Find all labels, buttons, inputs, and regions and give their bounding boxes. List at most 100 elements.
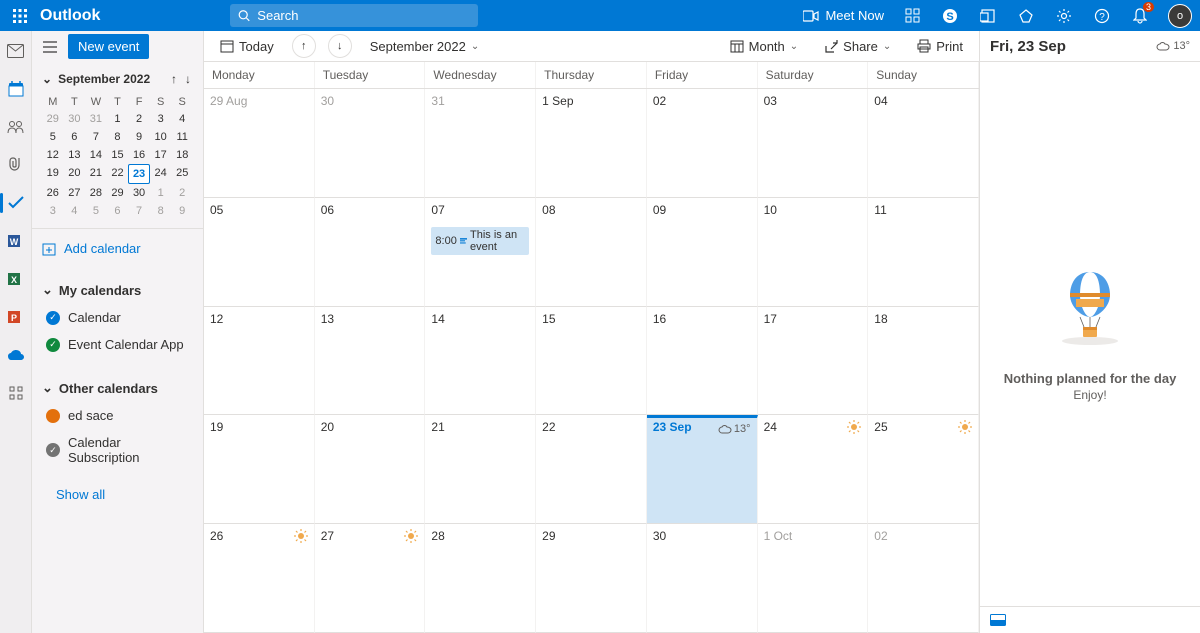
print-button[interactable]: Print xyxy=(911,35,969,58)
day-cell[interactable]: 18 xyxy=(868,307,979,416)
day-cell[interactable]: 05 xyxy=(204,198,315,307)
mini-cal-day[interactable]: 7 xyxy=(128,202,150,220)
mini-cal-day[interactable]: 2 xyxy=(171,184,193,202)
day-cell[interactable]: 15 xyxy=(536,307,647,416)
day-cell[interactable]: 21 xyxy=(425,415,536,524)
mini-cal-day[interactable]: 17 xyxy=(150,146,172,164)
mini-cal-day[interactable]: 28 xyxy=(85,184,107,202)
day-cell[interactable]: 31 xyxy=(425,89,536,198)
day-cell[interactable]: 30 xyxy=(315,89,426,198)
premium-icon[interactable] xyxy=(1016,6,1036,26)
day-cell[interactable]: 078:00This is an event xyxy=(425,198,536,307)
header-apps-icon[interactable] xyxy=(902,6,922,26)
day-cell[interactable]: 24 xyxy=(758,415,869,524)
rail-word-icon[interactable]: W xyxy=(6,231,26,251)
rail-more-apps-icon[interactable] xyxy=(6,383,26,403)
day-cell[interactable]: 23 Sep13° xyxy=(647,415,758,524)
notifications-icon[interactable]: 3 xyxy=(1130,6,1150,26)
hamburger-icon[interactable] xyxy=(40,37,60,57)
rail-calendar-icon[interactable] xyxy=(6,79,26,99)
mini-cal-day[interactable]: 26 xyxy=(42,184,64,202)
mini-cal-day[interactable]: 15 xyxy=(107,146,129,164)
day-cell[interactable]: 20 xyxy=(315,415,426,524)
new-event-button[interactable]: New event xyxy=(68,34,149,59)
mini-cal-day[interactable]: 10 xyxy=(150,128,172,146)
mini-cal-day[interactable]: 27 xyxy=(64,184,86,202)
rail-onedrive-icon[interactable] xyxy=(6,345,26,365)
mini-cal-day[interactable]: 2 xyxy=(128,110,150,128)
show-all-link[interactable]: Show all xyxy=(32,479,203,510)
day-cell[interactable]: 19 xyxy=(204,415,315,524)
mini-cal-day[interactable]: 30 xyxy=(128,184,150,202)
day-cell[interactable]: 29 xyxy=(536,524,647,633)
day-cell[interactable]: 14 xyxy=(425,307,536,416)
share-button[interactable]: Share ⌄ xyxy=(818,35,897,58)
calendar-item[interactable]: ed sace xyxy=(42,402,193,429)
rail-todo-icon[interactable] xyxy=(6,193,26,213)
calendar-item[interactable]: Calendar Subscription xyxy=(42,429,193,471)
today-button[interactable]: Today xyxy=(214,35,280,58)
mini-cal-day[interactable]: 5 xyxy=(85,202,107,220)
mini-cal-day[interactable]: 19 xyxy=(42,164,64,184)
mini-cal-day[interactable]: 11 xyxy=(171,128,193,146)
mini-cal-day[interactable]: 25 xyxy=(171,164,193,184)
prev-month-button[interactable]: ↑ xyxy=(292,34,316,58)
day-cell[interactable]: 04 xyxy=(868,89,979,198)
other-calendars-header[interactable]: ⌄ Other calendars xyxy=(42,374,193,402)
day-cell[interactable]: 10 xyxy=(758,198,869,307)
day-cell[interactable]: 27 xyxy=(315,524,426,633)
mini-cal-day[interactable]: 9 xyxy=(128,128,150,146)
mini-cal-prev-icon[interactable]: ↑ xyxy=(169,70,179,88)
app-launcher-icon[interactable] xyxy=(8,4,32,28)
panel-footer-icon[interactable] xyxy=(990,614,1006,626)
mini-cal-day[interactable]: 5 xyxy=(42,128,64,146)
mini-cal-day[interactable]: 4 xyxy=(64,202,86,220)
day-cell[interactable]: 09 xyxy=(647,198,758,307)
day-cell[interactable]: 1 Oct xyxy=(758,524,869,633)
mini-cal-day[interactable]: 31 xyxy=(85,110,107,128)
day-cell[interactable]: 1 Sep xyxy=(536,89,647,198)
mini-cal-day[interactable]: 16 xyxy=(128,146,150,164)
rail-powerpoint-icon[interactable]: P xyxy=(6,307,26,327)
mini-cal-day[interactable]: 6 xyxy=(107,202,129,220)
mini-cal-day[interactable]: 14 xyxy=(85,146,107,164)
mini-cal-day[interactable]: 18 xyxy=(171,146,193,164)
day-cell[interactable]: 02 xyxy=(647,89,758,198)
chevron-down-icon[interactable]: ⌄ xyxy=(42,72,52,86)
event-chip[interactable]: 8:00This is an event xyxy=(431,227,529,255)
calendar-color-dot[interactable] xyxy=(46,443,60,457)
day-cell[interactable]: 12 xyxy=(204,307,315,416)
outlook-item-icon[interactable] xyxy=(978,6,998,26)
mini-cal-day[interactable]: 7 xyxy=(85,128,107,146)
mini-cal-day[interactable]: 1 xyxy=(107,110,129,128)
mini-cal-day[interactable]: 13 xyxy=(64,146,86,164)
day-cell[interactable]: 26 xyxy=(204,524,315,633)
day-cell[interactable]: 03 xyxy=(758,89,869,198)
mini-cal-day[interactable]: 20 xyxy=(64,164,86,184)
day-cell[interactable]: 11 xyxy=(868,198,979,307)
calendar-item[interactable]: Calendar xyxy=(42,304,193,331)
day-cell[interactable]: 28 xyxy=(425,524,536,633)
add-calendar-button[interactable]: Add calendar xyxy=(42,237,193,260)
meet-now-button[interactable]: Meet Now xyxy=(803,8,884,23)
mini-cal-day[interactable]: 9 xyxy=(171,202,193,220)
rail-files-icon[interactable] xyxy=(6,155,26,175)
next-month-button[interactable]: ↓ xyxy=(328,34,352,58)
calendar-color-dot[interactable] xyxy=(46,338,60,352)
calendar-item[interactable]: Event Calendar App xyxy=(42,331,193,358)
day-cell[interactable]: 30 xyxy=(647,524,758,633)
calendar-color-dot[interactable] xyxy=(46,409,60,423)
day-cell[interactable]: 29 Aug xyxy=(204,89,315,198)
mini-cal-day[interactable]: 3 xyxy=(150,110,172,128)
day-cell[interactable]: 16 xyxy=(647,307,758,416)
user-avatar[interactable]: o xyxy=(1168,4,1192,28)
mini-cal-day[interactable]: 23 xyxy=(128,164,150,184)
day-cell[interactable]: 22 xyxy=(536,415,647,524)
calendar-color-dot[interactable] xyxy=(46,311,60,325)
mini-cal-day[interactable]: 29 xyxy=(42,110,64,128)
mini-cal-day[interactable]: 29 xyxy=(107,184,129,202)
mini-cal-day[interactable]: 3 xyxy=(42,202,64,220)
mini-cal-day[interactable]: 8 xyxy=(150,202,172,220)
skype-icon[interactable]: S xyxy=(940,6,960,26)
mini-cal-next-icon[interactable]: ↓ xyxy=(183,70,193,88)
